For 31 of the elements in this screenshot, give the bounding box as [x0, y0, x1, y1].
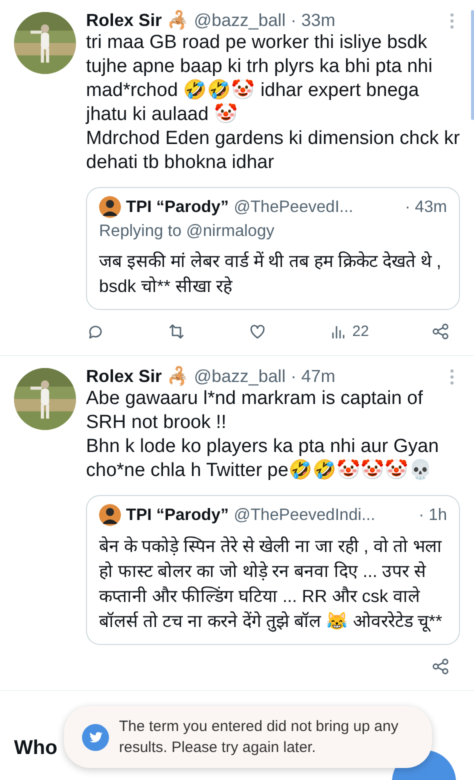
tweet-text: Abe gawaaru l*nd markram is captain of SRH not brook !!: [86, 387, 424, 435]
tweet-time: · 47m: [290, 366, 336, 387]
author-handle[interactable]: @ThePeevedIndi...: [234, 506, 376, 524]
replying-to: Replying to @nirmalogy: [99, 222, 276, 241]
retweet-icon[interactable]: [167, 322, 186, 341]
bird-icon: [82, 724, 109, 750]
share-icon[interactable]: [431, 657, 450, 676]
author-name[interactable]: TPI “Parody”: [126, 198, 229, 216]
tweet-text: Mdrchod Eden gardens ki dimension chck kr dehati tb bhokna idhar: [86, 127, 460, 175]
quoted-tweet[interactable]: TPI “Parody” @ThePeevedI... · 43m Replying to @nirmalogy जब इसकी मां लेबर वार्ड में थी तब हम क्रिकेट देखते थे , bsdk चो** सीखा रहे: [86, 187, 460, 310]
share-icon[interactable]: [431, 322, 450, 341]
author-handle[interactable]: @bazz_ball: [194, 10, 286, 31]
author-handle[interactable]: @bazz_ball: [194, 366, 286, 387]
toast-message: The term you entered did not bring up any results. Please try again later.: [119, 717, 400, 758]
tweet-time: · 43m: [404, 198, 447, 216]
quoted-text: जब इसकी मां लेबर वार्ड में थी तब हम क्रिकेट देखते थे , bsdk चो** सीखा रहे: [99, 250, 442, 298]
author-name[interactable]: Rolex Sir: [86, 10, 162, 31]
author-name[interactable]: Rolex Sir: [86, 366, 162, 387]
author-emoji: 🦂: [166, 366, 189, 387]
quoted-tweet[interactable]: [86, 495, 460, 645]
section-heading: Who: [14, 737, 58, 759]
view-count: 22: [352, 323, 369, 340]
author-handle[interactable]: @ThePeevedI...: [234, 198, 354, 216]
tweet-time: · 33m: [290, 10, 336, 31]
tweet-text: Bhn k lode ko players ka pta nhi aur Gyan cho*ne chla h Twitter pe🤣🤣🤡🤡🤡💀: [86, 435, 440, 483]
quoted-text: बेन के पकोड़े स्पिन तेरे से खेली ना जा रही , वो तो भला हो फास्ट बोलर का जो थोड़े रन बनवा दिए ... उपर से कप्तानी और फील्डिंग घटिया ... RR और csk वाले बॉलर्स तो टच ना करने देंगे तुझे बॉल 😹 ओवररेटेड चू**: [99, 535, 444, 634]
tweet-text: tri maa GB road pe worker thi isliye bsdk tujhe apne baap ki trh plyrs ka bhi pta nhi mad*rchod 🤣🤣🤡 idhar expert bnega jhatu ki aulaad 🤡: [86, 31, 434, 127]
author-emoji: 🦂: [166, 10, 189, 31]
tweet-time: · 1h: [418, 506, 447, 524]
author-name[interactable]: TPI “Parody”: [126, 506, 229, 524]
like-icon[interactable]: [248, 322, 268, 341]
